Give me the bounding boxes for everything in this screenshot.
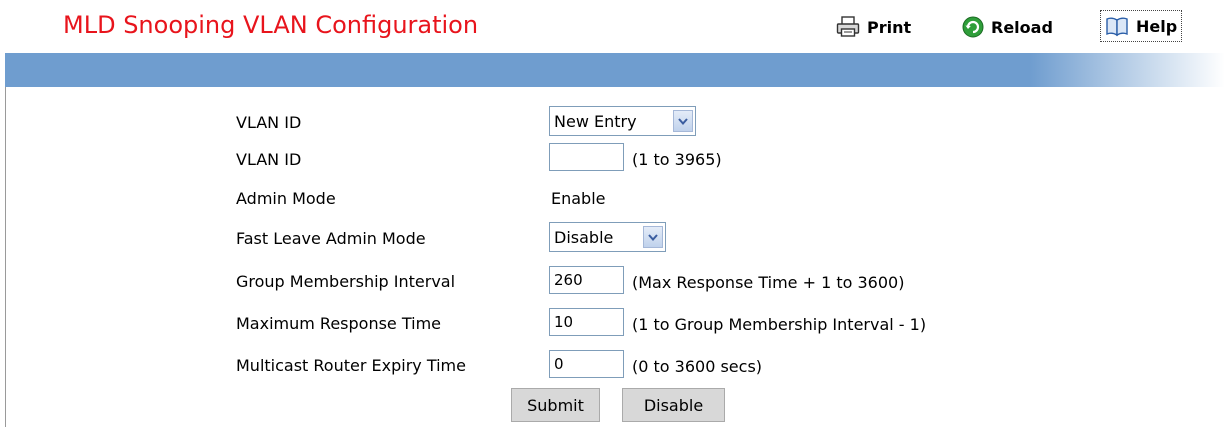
group-membership-label: Group Membership Interval [236, 272, 456, 291]
vlan-select-label: VLAN ID [236, 113, 302, 132]
admin-mode-value: Enable [551, 189, 606, 208]
reload-label: Reload [991, 17, 1053, 37]
fast-leave-select[interactable]: Disable [549, 222, 666, 252]
vlan-id-hint: (1 to 3965) [632, 150, 722, 169]
page-header: MLD Snooping VLAN Configuration Print Re… [0, 0, 1225, 52]
help-label: Help [1136, 16, 1178, 36]
help-book-icon [1105, 15, 1129, 37]
fast-leave-label: Fast Leave Admin Mode [236, 229, 426, 248]
max-response-hint: (1 to Group Membership Interval - 1) [632, 315, 927, 334]
vlan-id-label: VLAN ID [236, 150, 302, 169]
reload-button[interactable]: Reload [962, 13, 1053, 41]
disable-button[interactable]: Disable [622, 388, 725, 422]
router-expiry-hint: (0 to 3600 secs) [632, 357, 763, 376]
group-membership-input[interactable] [549, 266, 624, 294]
reload-icon [962, 16, 984, 38]
vlan-id-select[interactable]: New Entry [549, 106, 696, 136]
content-border [5, 87, 6, 427]
max-response-label: Maximum Response Time [236, 314, 442, 333]
help-button[interactable]: Help [1100, 10, 1183, 42]
print-button[interactable]: Print [836, 13, 911, 41]
print-label: Print [867, 17, 912, 37]
vlan-id-select-value: New Entry [554, 111, 637, 131]
group-membership-hint: (Max Response Time + 1 to 3600) [632, 273, 905, 292]
header-bar [5, 53, 1225, 87]
router-expiry-input[interactable] [549, 350, 624, 378]
router-expiry-label: Multicast Router Expiry Time [236, 356, 466, 375]
chevron-down-icon[interactable] [643, 226, 663, 248]
printer-icon [836, 16, 860, 38]
submit-button[interactable]: Submit [511, 388, 600, 422]
chevron-down-icon[interactable] [673, 110, 693, 132]
max-response-input[interactable] [549, 308, 624, 336]
admin-mode-label: Admin Mode [236, 189, 336, 208]
fast-leave-select-value: Disable [554, 227, 614, 247]
page-title: MLD Snooping VLAN Configuration [63, 11, 479, 39]
vlan-id-input[interactable] [549, 143, 624, 171]
